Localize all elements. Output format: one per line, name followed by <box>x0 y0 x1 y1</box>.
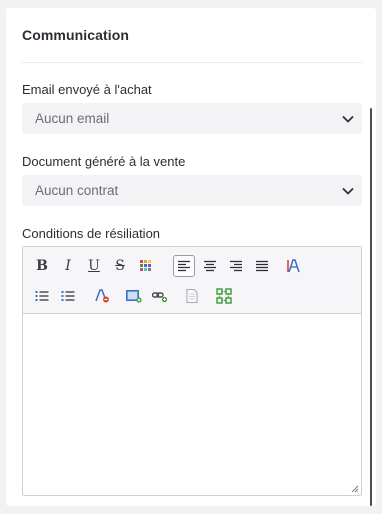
title-divider <box>22 62 362 63</box>
underline-glyph: U <box>88 258 100 274</box>
insert-link-icon[interactable] <box>149 285 171 307</box>
remove-format-icon[interactable] <box>91 285 113 307</box>
italic-glyph: I <box>65 258 71 274</box>
communication-panel: Communication Email envoyé à l'achat Auc… <box>6 8 376 506</box>
clear-format-icon[interactable] <box>283 255 305 277</box>
insert-image-icon[interactable] <box>123 285 145 307</box>
show-blocks-icon[interactable] <box>213 285 235 307</box>
rich-text-editor: B I U S <box>22 246 362 496</box>
editor-toolbar: B I U S <box>23 247 361 314</box>
numbered-list-icon[interactable] <box>57 285 79 307</box>
resize-grip-icon[interactable] <box>351 485 359 493</box>
chevron-down-icon <box>342 188 354 195</box>
bulleted-list-icon[interactable] <box>31 285 53 307</box>
bold-glyph: B <box>36 258 48 274</box>
terms-field-label: Conditions de résiliation <box>22 226 161 241</box>
vertical-scrollbar[interactable] <box>370 108 372 506</box>
align-center-icon[interactable] <box>199 255 221 277</box>
email-select-value: Aucun email <box>35 111 110 126</box>
editor-content-area[interactable] <box>23 314 361 495</box>
email-field-label: Email envoyé à l'achat <box>22 82 152 97</box>
align-right-icon[interactable] <box>225 255 247 277</box>
align-justify-icon[interactable] <box>251 255 273 277</box>
text-color-icon[interactable] <box>135 255 157 277</box>
document-select[interactable]: Aucun contrat <box>22 175 362 206</box>
italic-icon[interactable]: I <box>57 255 79 277</box>
underline-icon[interactable]: U <box>83 255 105 277</box>
paste-document-icon[interactable] <box>181 285 203 307</box>
align-left-icon[interactable] <box>173 255 195 277</box>
strike-glyph: S <box>115 258 125 274</box>
email-select[interactable]: Aucun email <box>22 103 362 134</box>
document-select-value: Aucun contrat <box>35 183 119 198</box>
chevron-down-icon <box>342 116 354 123</box>
document-field-label: Document généré à la vente <box>22 154 186 169</box>
section-title: Communication <box>22 27 130 43</box>
bold-icon[interactable]: B <box>31 255 53 277</box>
strikethrough-icon[interactable]: S <box>109 255 131 277</box>
